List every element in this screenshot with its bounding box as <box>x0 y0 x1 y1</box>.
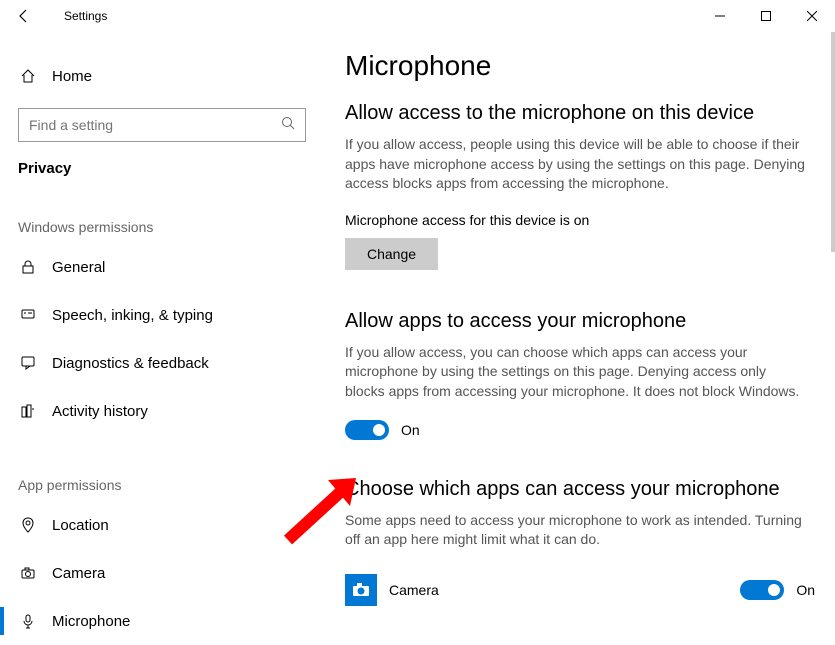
breadcrumb: Privacy <box>0 160 324 177</box>
section-desc: If you allow access, people using this d… <box>345 135 805 194</box>
change-button[interactable]: Change <box>345 238 438 270</box>
nav-camera[interactable]: Camera <box>0 549 324 597</box>
search-box[interactable] <box>18 108 306 142</box>
scrollbar-thumb[interactable] <box>831 32 835 252</box>
nav-item-label: Speech, inking, & typing <box>52 307 213 324</box>
toggle-knob <box>373 424 385 436</box>
microphone-icon <box>18 613 38 629</box>
nav-activity-history[interactable]: Activity history <box>0 387 324 435</box>
nav-location[interactable]: Location <box>0 501 324 549</box>
content-area: Microphone Allow access to the microphon… <box>325 32 835 644</box>
toggle-knob <box>768 584 780 596</box>
camera-icon <box>18 565 38 581</box>
camera-app-toggle[interactable] <box>740 580 784 600</box>
search-icon <box>281 116 295 135</box>
section-title-choose-apps: Choose which apps can access your microp… <box>345 478 815 501</box>
section-desc: Some apps need to access your microphone… <box>345 511 805 550</box>
nav-item-label: Location <box>52 517 109 534</box>
nav-diagnostics-feedback[interactable]: Diagnostics & feedback <box>0 339 324 387</box>
app-row-camera: Camera On <box>345 568 815 612</box>
app-toggle-row: On <box>740 580 815 600</box>
nav-item-label: Microphone <box>52 613 130 630</box>
toggle-state-label: On <box>796 582 815 598</box>
device-access-status: Microphone access for this device is on <box>345 212 815 228</box>
page-title: Microphone <box>345 50 815 82</box>
camera-app-icon <box>345 574 377 606</box>
nav-home-label: Home <box>52 68 92 85</box>
window-controls <box>697 0 835 32</box>
titlebar: Settings <box>0 0 835 32</box>
nav-speech-inking-typing[interactable]: Speech, inking, & typing <box>0 291 324 339</box>
nav-item-label: Diagnostics & feedback <box>52 355 209 372</box>
app-access-toggle[interactable] <box>345 420 389 440</box>
nav-item-label: Activity history <box>52 403 148 420</box>
nav-microphone[interactable]: Microphone <box>0 597 324 645</box>
section-title-app-access: Allow apps to access your microphone <box>345 310 815 333</box>
speech-icon <box>18 307 38 323</box>
back-button[interactable] <box>0 0 48 32</box>
nav-general[interactable]: General <box>0 243 324 291</box>
section-desc: If you allow access, you can choose whic… <box>345 343 805 402</box>
nav-item-label: Camera <box>52 565 105 582</box>
section-header-app-permissions: App permissions <box>0 477 324 493</box>
history-icon <box>18 403 38 419</box>
nav-home[interactable]: Home <box>0 56 324 96</box>
section-header-windows-permissions: Windows permissions <box>0 219 324 235</box>
feedback-icon <box>18 355 38 371</box>
scrollbar[interactable] <box>827 32 835 644</box>
lock-icon <box>18 259 38 275</box>
maximize-button[interactable] <box>743 0 789 32</box>
home-icon <box>18 68 38 84</box>
window-title: Settings <box>48 9 107 23</box>
app-access-toggle-row: On <box>345 420 815 440</box>
sidebar: Home Privacy Windows permissions General… <box>0 32 325 644</box>
section-title-device-access: Allow access to the microphone on this d… <box>345 102 815 125</box>
nav-item-label: General <box>52 259 105 276</box>
location-icon <box>18 517 38 533</box>
toggle-state-label: On <box>401 422 420 438</box>
app-name: Camera <box>389 582 740 598</box>
search-input[interactable] <box>29 117 281 133</box>
close-button[interactable] <box>789 0 835 32</box>
minimize-button[interactable] <box>697 0 743 32</box>
